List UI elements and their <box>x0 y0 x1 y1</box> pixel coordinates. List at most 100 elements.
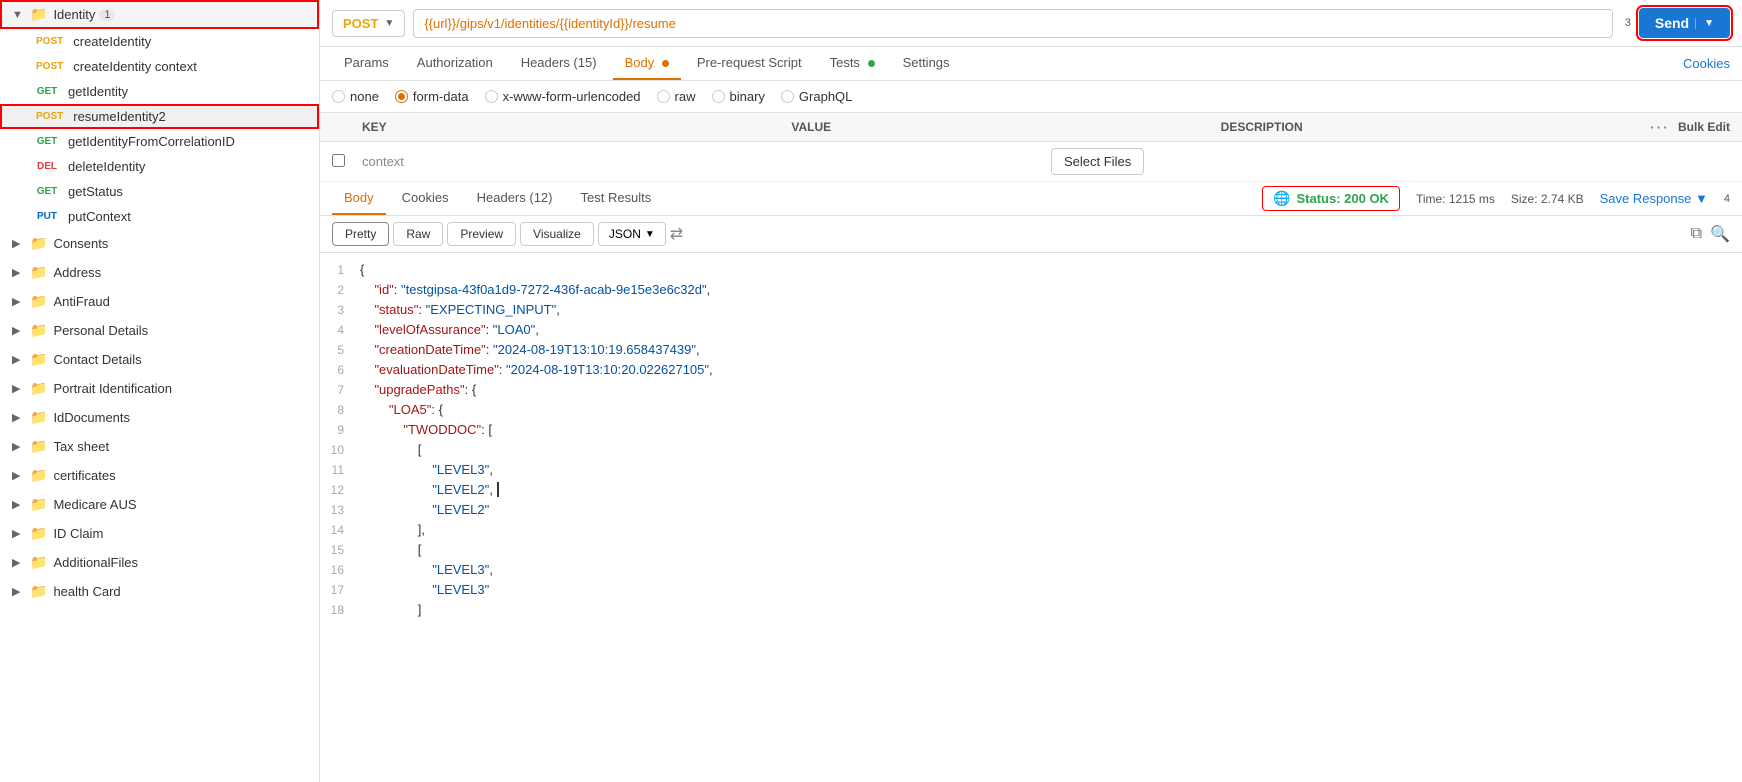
sidebar-item-label: Personal Details <box>53 323 148 338</box>
save-response-button[interactable]: Save Response ▼ <box>1600 191 1708 206</box>
code-line: 3 "status": "EXPECTING_INPUT", <box>320 301 1742 321</box>
folder-icon: 📁 <box>30 264 47 281</box>
tab-authorization[interactable]: Authorization <box>405 47 505 80</box>
folder-icon: 📁 <box>30 583 47 600</box>
code-line: 13 "LEVEL2" <box>320 501 1742 521</box>
badge-3: 3 <box>1625 17 1631 29</box>
sidebar-item-medicare-aus[interactable]: ▶ 📁 Medicare AUS <box>0 490 319 519</box>
code-line: 1 { <box>320 261 1742 281</box>
sidebar-item-identity[interactable]: ▼ 📁 Identity 1 <box>0 0 319 29</box>
radio-graphql[interactable]: GraphQL <box>781 89 852 104</box>
sidebar-item-portrait-identification[interactable]: ▶ 📁 Portrait Identification <box>0 374 319 403</box>
code-line: 5 "creationDateTime": "2024-08-19T13:10:… <box>320 341 1742 361</box>
status-badge: 🌐 Status: 200 OK <box>1262 186 1400 211</box>
sidebar-item-antifraud[interactable]: ▶ 📁 AntiFraud <box>0 287 319 316</box>
sidebar-item-tax-sheet[interactable]: ▶ 📁 Tax sheet <box>0 432 319 461</box>
tab-params[interactable]: Params <box>332 47 401 80</box>
radio-form-data[interactable]: form-data <box>395 89 469 104</box>
response-tab-body[interactable]: Body <box>332 182 386 215</box>
code-line: 16 "LEVEL3", <box>320 561 1742 581</box>
sidebar-item-certificates[interactable]: ▶ 📁 certificates <box>0 461 319 490</box>
raw-button[interactable]: Raw <box>393 222 443 246</box>
code-line: 14 ], <box>320 521 1742 541</box>
method-badge-get: GET <box>32 85 62 98</box>
response-tab-headers[interactable]: Headers (12) <box>465 182 565 215</box>
json-toolbar: Pretty Raw Preview Visualize JSON ▼ ⇄ ⧉ … <box>320 216 1742 253</box>
search-button[interactable]: 🔍 <box>1710 224 1730 244</box>
tab-settings[interactable]: Settings <box>891 47 962 80</box>
radio-binary[interactable]: binary <box>712 89 765 104</box>
pretty-button[interactable]: Pretty <box>332 222 389 246</box>
sidebar-sub-item-getIdentityFromCorrelationID[interactable]: GET getIdentityFromCorrelationID <box>0 129 319 154</box>
method-badge-post: POST <box>32 35 67 48</box>
sidebar-sub-item-getIdentity[interactable]: GET getIdentity <box>0 79 319 104</box>
badge-4: 4 <box>1724 193 1730 205</box>
response-tab-cookies[interactable]: Cookies <box>390 182 461 215</box>
code-line: 6 "evaluationDateTime": "2024-08-19T13:1… <box>320 361 1742 381</box>
dropdown-arrow-icon: ▼ <box>645 229 655 240</box>
radio-raw[interactable]: raw <box>657 89 696 104</box>
send-button[interactable]: Send ▼ <box>1639 8 1730 38</box>
chevron-right-icon: ▶ <box>12 324 26 337</box>
send-label: Send <box>1655 15 1689 31</box>
sidebar-item-contact-details[interactable]: ▶ 📁 Contact Details <box>0 345 319 374</box>
sidebar-item-consents[interactable]: ▶ 📁 Consents <box>0 229 319 258</box>
sidebar-item-label: AdditionalFiles <box>53 555 138 570</box>
chevron-right-icon: ▶ <box>12 353 26 366</box>
radio-x-www-form-urlencoded[interactable]: x-www-form-urlencoded <box>485 89 641 104</box>
method-dropdown[interactable]: POST ▼ <box>332 10 405 37</box>
response-meta: 🌐 Status: 200 OK Time: 1215 ms Size: 2.7… <box>1262 186 1730 211</box>
sidebar-item-label: Address <box>53 265 101 280</box>
folder-icon: 📁 <box>30 380 47 397</box>
status-text: Status: 200 OK <box>1296 191 1388 206</box>
radio-circle-graphql <box>781 90 794 103</box>
key-cell[interactable]: context <box>362 154 1051 169</box>
sidebar-item-label: AntiFraud <box>53 294 109 309</box>
sidebar-sub-item-resumeIdentity[interactable]: POST resumeIdentity 2 <box>0 104 319 129</box>
cookies-link[interactable]: Cookies <box>1683 56 1730 71</box>
copy-button[interactable]: ⧉ <box>1691 225 1702 243</box>
kv-row-context: context Select Files <box>320 142 1742 182</box>
sidebar-item-health-card[interactable]: ▶ 📁 health Card <box>0 577 319 606</box>
folder-icon: 📁 <box>30 235 47 252</box>
sidebar-item-personal-details[interactable]: ▶ 📁 Personal Details <box>0 316 319 345</box>
chevron-right-icon: ▶ <box>12 440 26 453</box>
url-input[interactable]: {{url}}/gips/v1/identities/{{identityId}… <box>413 9 1612 38</box>
visualize-button[interactable]: Visualize <box>520 222 594 246</box>
preview-button[interactable]: Preview <box>447 222 516 246</box>
row-checkbox[interactable] <box>332 154 345 167</box>
bulk-edit-button[interactable]: Bulk Edit <box>1678 120 1730 134</box>
response-tab-test-results[interactable]: Test Results <box>568 182 663 215</box>
sidebar-sub-item-putContext[interactable]: PUT putContext <box>0 204 319 229</box>
sidebar-sub-item-deleteIdentity[interactable]: DEL deleteIdentity <box>0 154 319 179</box>
chevron-right-icon: ▶ <box>12 266 26 279</box>
three-dots-icon[interactable]: ··· <box>1650 119 1670 135</box>
request-bar: POST ▼ {{url}}/gips/v1/identities/{{iden… <box>320 0 1742 47</box>
tab-pre-request[interactable]: Pre-request Script <box>685 47 814 80</box>
sidebar-item-label: IdDocuments <box>53 410 130 425</box>
sidebar-item-id-claim[interactable]: ▶ 📁 ID Claim <box>0 519 319 548</box>
sidebar-sub-item-createIdentityContext[interactable]: POST createIdentity context <box>0 54 319 79</box>
select-files-button[interactable]: Select Files <box>1051 148 1144 175</box>
sidebar-item-label: Consents <box>53 236 108 251</box>
filter-icon[interactable]: ⇄ <box>670 224 683 244</box>
radio-none[interactable]: none <box>332 89 379 104</box>
sidebar-item-id-documents[interactable]: ▶ 📁 IdDocuments <box>0 403 319 432</box>
json-format-dropdown[interactable]: JSON ▼ <box>598 222 666 246</box>
code-line: 11 "LEVEL3", <box>320 461 1742 481</box>
chevron-down-icon: ▼ <box>12 9 26 21</box>
sidebar-item-address[interactable]: ▶ 📁 Address <box>0 258 319 287</box>
folder-icon: 📁 <box>30 409 47 426</box>
sidebar-sub-item-createIdentity[interactable]: POST createIdentity <box>0 29 319 54</box>
response-time: Time: 1215 ms <box>1416 192 1495 206</box>
tab-body[interactable]: Body <box>613 47 681 80</box>
chevron-right-icon: ▶ <box>12 237 26 250</box>
tab-tests[interactable]: Tests <box>818 47 887 80</box>
sidebar-sub-item-getStatus[interactable]: GET getStatus <box>0 179 319 204</box>
tab-headers[interactable]: Headers (15) <box>509 47 609 80</box>
sidebar-item-additional-files[interactable]: ▶ 📁 AdditionalFiles <box>0 548 319 577</box>
radio-circle-none <box>332 90 345 103</box>
folder-icon: 📁 <box>30 322 47 339</box>
response-tabs: Body Cookies Headers (12) Test Results 🌐… <box>320 182 1742 216</box>
sidebar-item-label: Medicare AUS <box>53 497 136 512</box>
